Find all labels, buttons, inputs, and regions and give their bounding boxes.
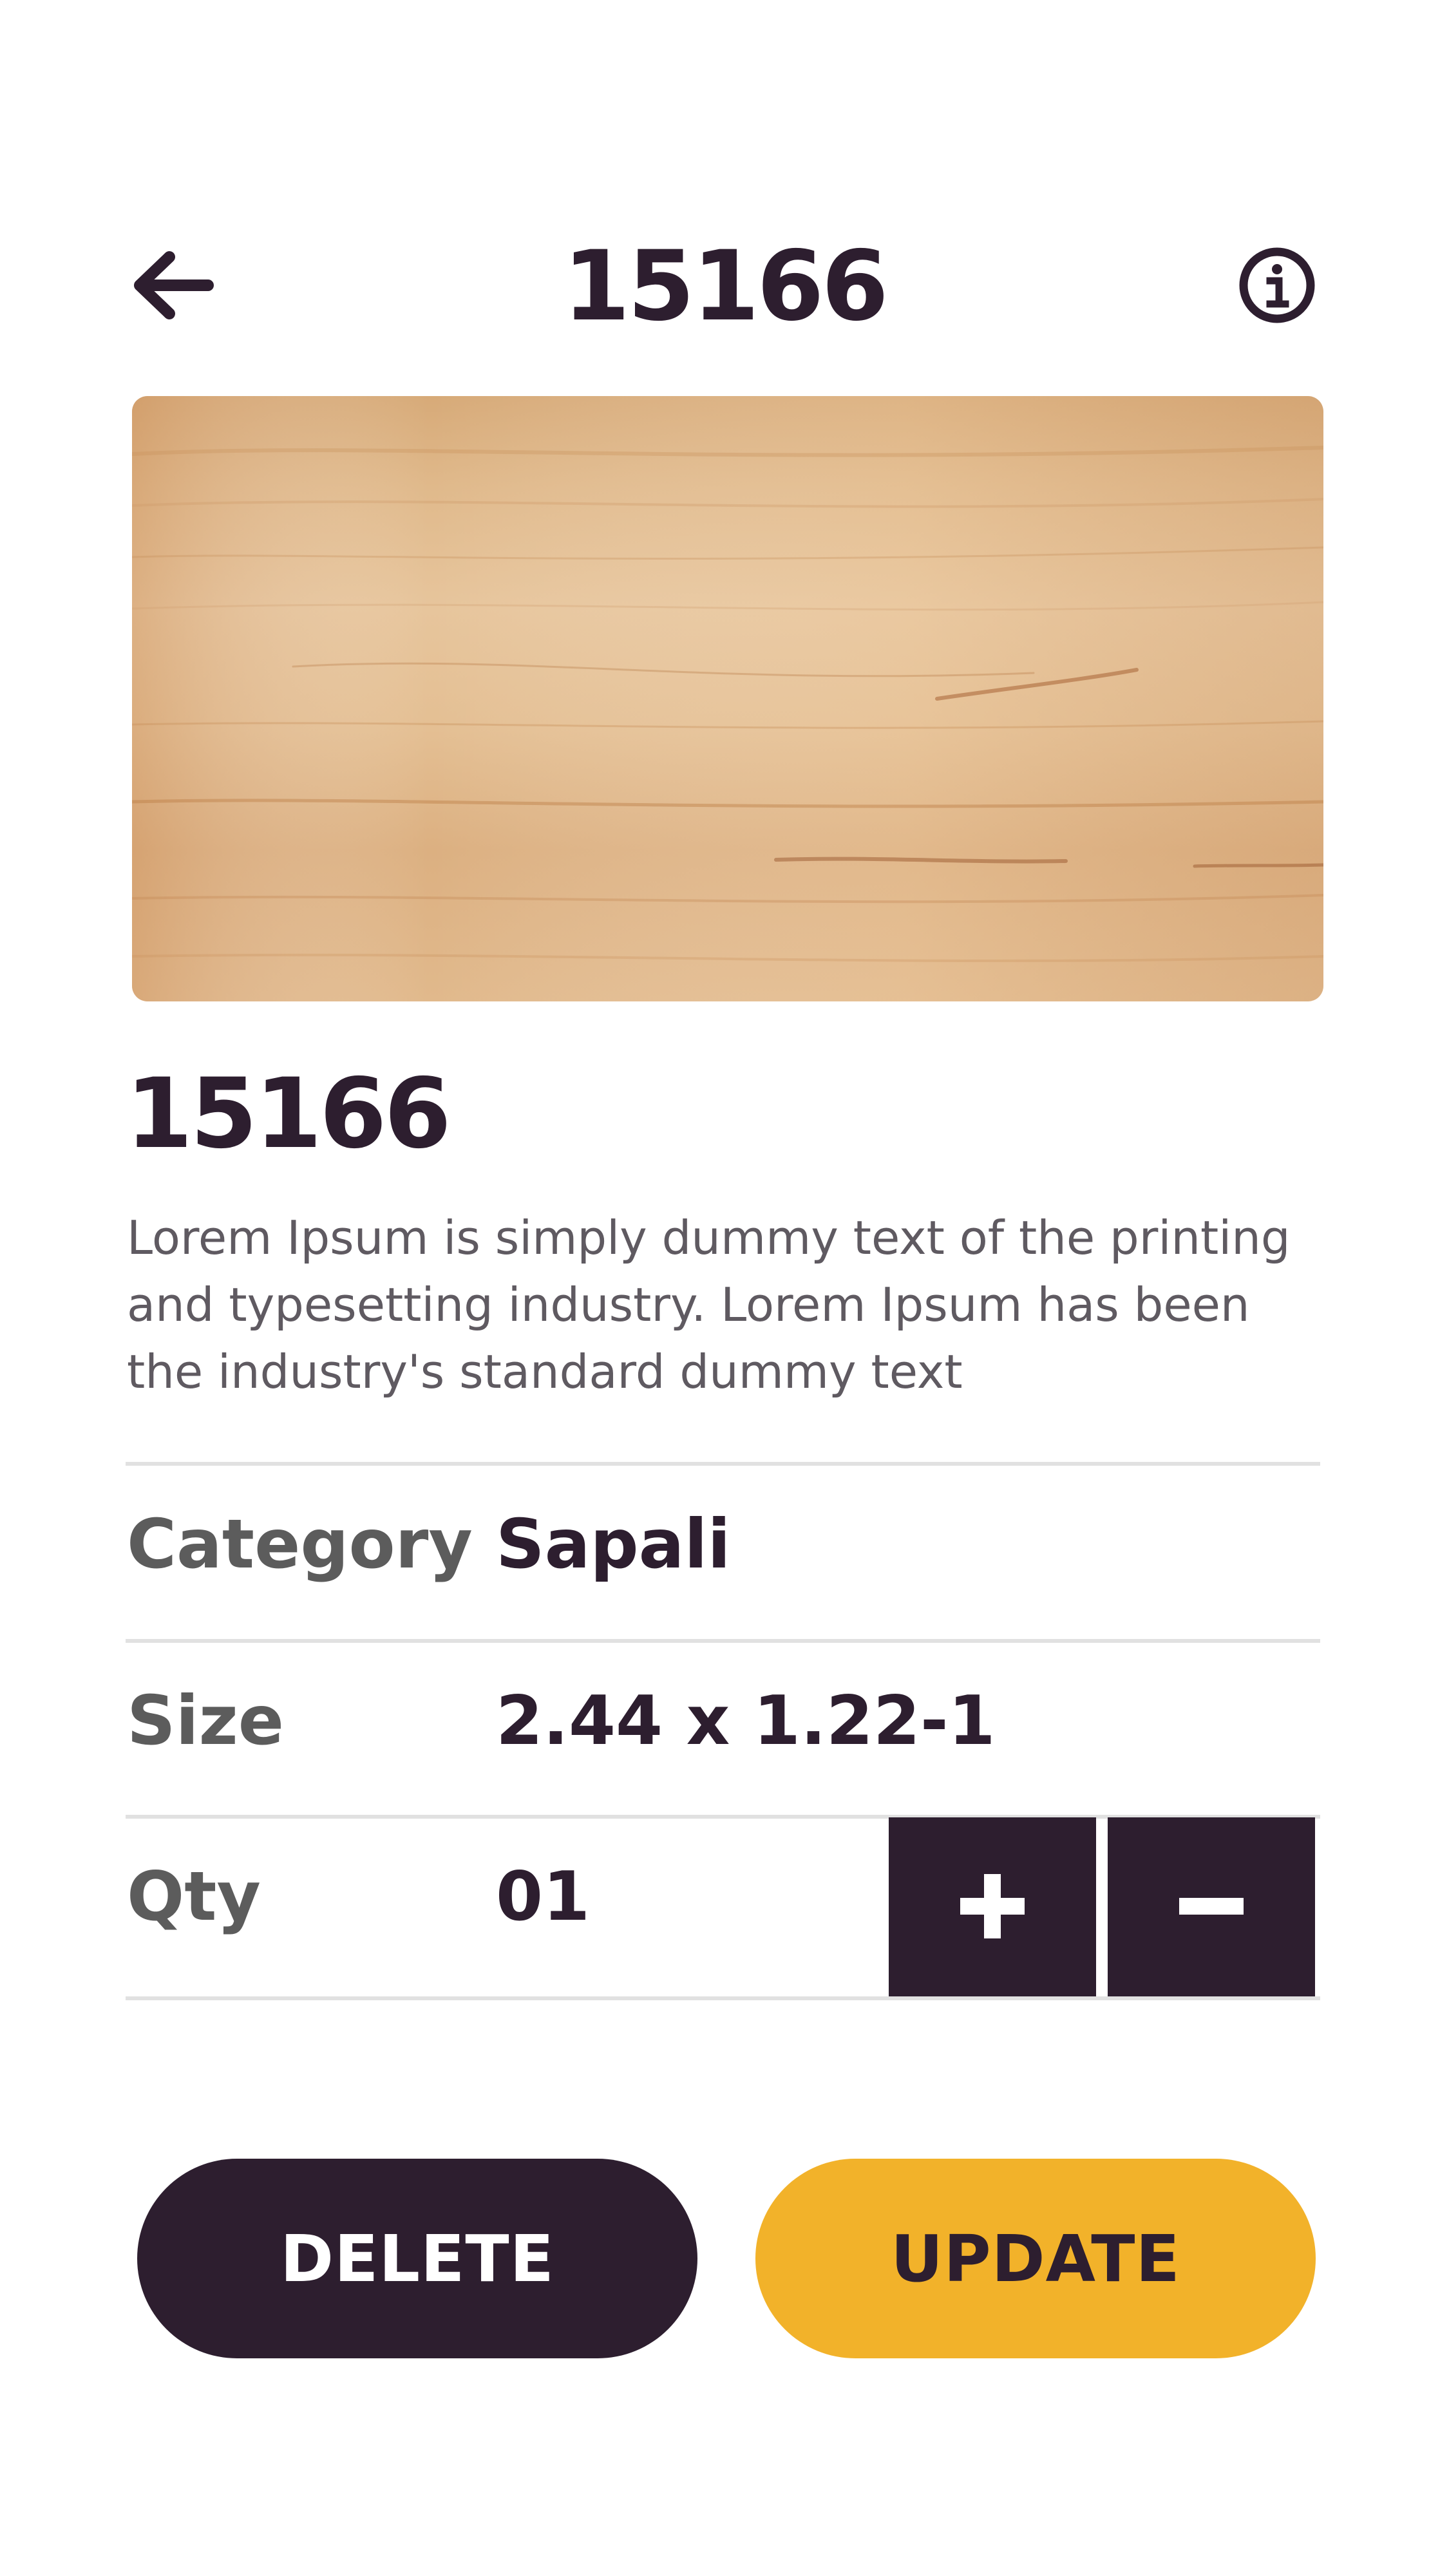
info-button[interactable] bbox=[1235, 245, 1319, 328]
divider bbox=[126, 1639, 1320, 1643]
divider bbox=[126, 1462, 1320, 1466]
product-description: Lorem Ipsum is simply dummy text of the … bbox=[127, 1211, 1291, 1399]
category-label: Category bbox=[127, 1505, 473, 1584]
qty-value: 01 bbox=[496, 1857, 591, 1936]
qty-increment-button[interactable] bbox=[889, 1817, 1096, 1998]
minus-icon bbox=[1176, 1871, 1247, 1944]
info-circle-icon bbox=[1236, 245, 1318, 328]
page-title: 15166 bbox=[563, 231, 889, 343]
category-value: Sapali bbox=[496, 1505, 731, 1584]
qty-label: Qty bbox=[127, 1857, 261, 1936]
divider bbox=[126, 1996, 1320, 2000]
qty-decrement-button[interactable] bbox=[1108, 1817, 1315, 1998]
delete-button[interactable]: DELETE bbox=[137, 2159, 697, 2358]
size-value: 2.44 x 1.22-1 bbox=[496, 1681, 996, 1760]
update-button[interactable]: UPDATE bbox=[755, 2159, 1316, 2358]
plus-icon bbox=[957, 1871, 1028, 1944]
product-name: 15166 bbox=[126, 1058, 451, 1170]
product-detail-screen: 15166 15166 Lorem Ipsum is simply dummy … bbox=[0, 0, 1449, 2576]
size-label: Size bbox=[127, 1681, 284, 1760]
product-image bbox=[132, 396, 1323, 1001]
